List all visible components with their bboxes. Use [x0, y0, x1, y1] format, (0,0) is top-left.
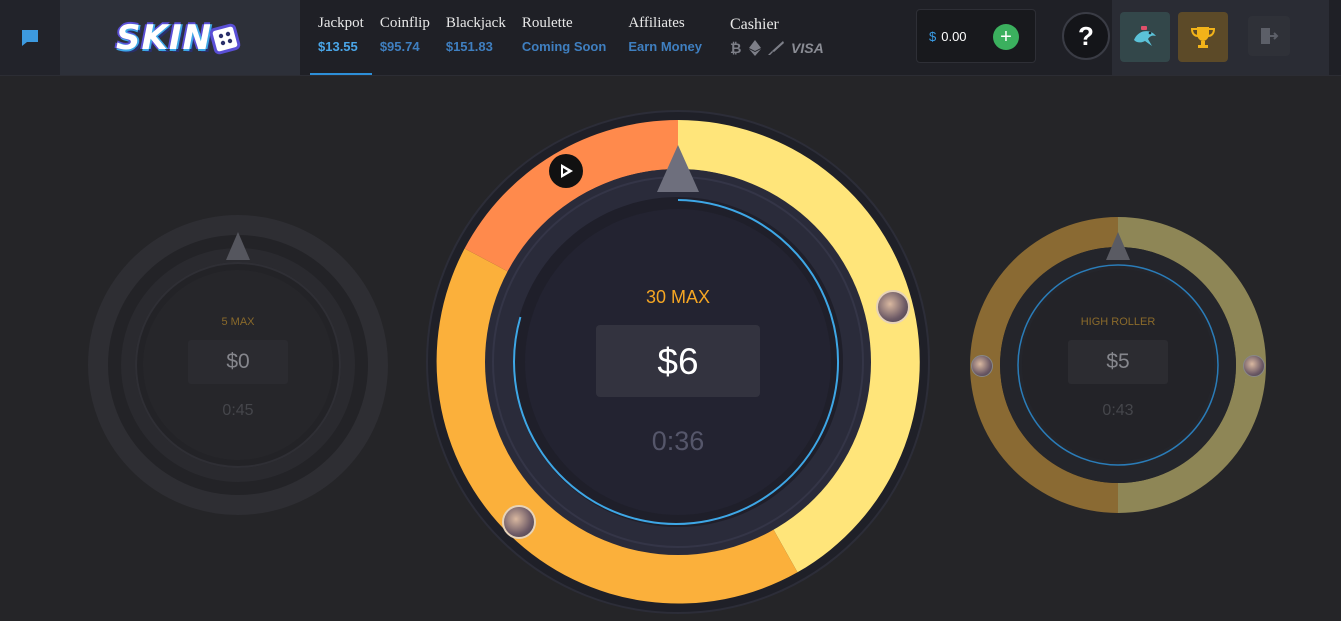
nav-subtitle: $95.74 — [379, 39, 420, 54]
add-funds-button[interactable]: + — [993, 24, 1019, 50]
player-avatar[interactable] — [502, 505, 536, 539]
visa-label: VISA — [791, 40, 824, 56]
nav-jackpot[interactable]: Jackpot $13.55 — [310, 0, 372, 75]
top-bar: SKIN Jackpot $13.55 Coinflip $95.74 Blac… — [0, 0, 1341, 76]
jackpot-amount: $0 — [226, 350, 250, 373]
nav-subtitle: Earn Money — [628, 39, 703, 54]
nav-title: Coinflip — [379, 15, 430, 31]
jackpot-label: 30 MAX — [645, 287, 711, 307]
jackpot-timer: 0:45 — [222, 402, 254, 419]
jackpot-timer: 0:36 — [651, 426, 705, 456]
jackpot-high-roller[interactable]: HIGH ROLLER $5 0:43 — [968, 215, 1268, 515]
nav-title: Affiliates — [628, 15, 685, 31]
question-icon: ? — [1078, 20, 1094, 51]
cashier-title: Cashier — [730, 16, 779, 33]
jackpot-label: HIGH ROLLER — [1080, 316, 1156, 328]
nav-subtitle: $13.55 — [318, 39, 358, 54]
dice-icon — [209, 23, 241, 54]
balance-box: $ 0.00 + — [916, 9, 1036, 63]
nav-subtitle: Coming Soon — [521, 39, 607, 54]
logo[interactable]: SKIN — [60, 0, 300, 75]
help-button[interactable]: ? — [1062, 12, 1110, 60]
main-nav: Jackpot $13.55 Coinflip $95.74 Blackjack… — [310, 0, 710, 75]
logout-icon — [1261, 28, 1279, 44]
logout-button[interactable] — [1248, 16, 1290, 56]
play-icon — [549, 154, 583, 188]
nav-subtitle: $151.83 — [445, 39, 493, 54]
knife-icon — [768, 41, 784, 55]
dolphin-icon — [1134, 26, 1156, 46]
chat-icon — [22, 29, 38, 46]
bitcoin-icon: ₿ — [730, 41, 741, 56]
ethereum-icon — [749, 40, 761, 56]
jackpot-5-max[interactable]: 5 MAX $0 0:45 — [88, 215, 388, 515]
rewards-button[interactable] — [1120, 12, 1170, 62]
nav-coinflip[interactable]: Coinflip $95.74 — [372, 0, 438, 75]
payment-methods: ₿ VISA — [730, 40, 824, 56]
balance-amount: 0.00 — [941, 28, 967, 44]
jackpot-30-max[interactable]: 30 MAX $6 0:36 — [424, 108, 932, 616]
nav-affiliates[interactable]: Affiliates Earn Money — [620, 0, 710, 75]
cashier-link[interactable]: Cashier ₿ VISA — [730, 16, 824, 56]
nav-roulette[interactable]: Roulette Coming Soon — [514, 0, 615, 75]
jackpot-label: 5 MAX — [221, 316, 255, 328]
jackpot-timer: 0:43 — [1102, 402, 1134, 419]
nav-title: Jackpot — [318, 15, 364, 31]
nav-title: Roulette — [521, 15, 573, 31]
user-icons — [1112, 0, 1329, 75]
svg-text:₿: ₿ — [730, 41, 741, 56]
trophy-icon — [1190, 27, 1216, 48]
chat-button[interactable] — [0, 0, 60, 75]
balance-currency: $ — [929, 28, 937, 44]
jackpot-amount: $5 — [1106, 350, 1130, 373]
logo-text: SKIN — [116, 17, 212, 58]
plus-icon: + — [1000, 26, 1012, 48]
leaderboard-button[interactable] — [1178, 12, 1228, 62]
jackpot-amount: $6 — [657, 341, 699, 382]
nav-blackjack[interactable]: Blackjack $151.83 — [438, 0, 514, 75]
nav-title: Blackjack — [445, 15, 506, 31]
